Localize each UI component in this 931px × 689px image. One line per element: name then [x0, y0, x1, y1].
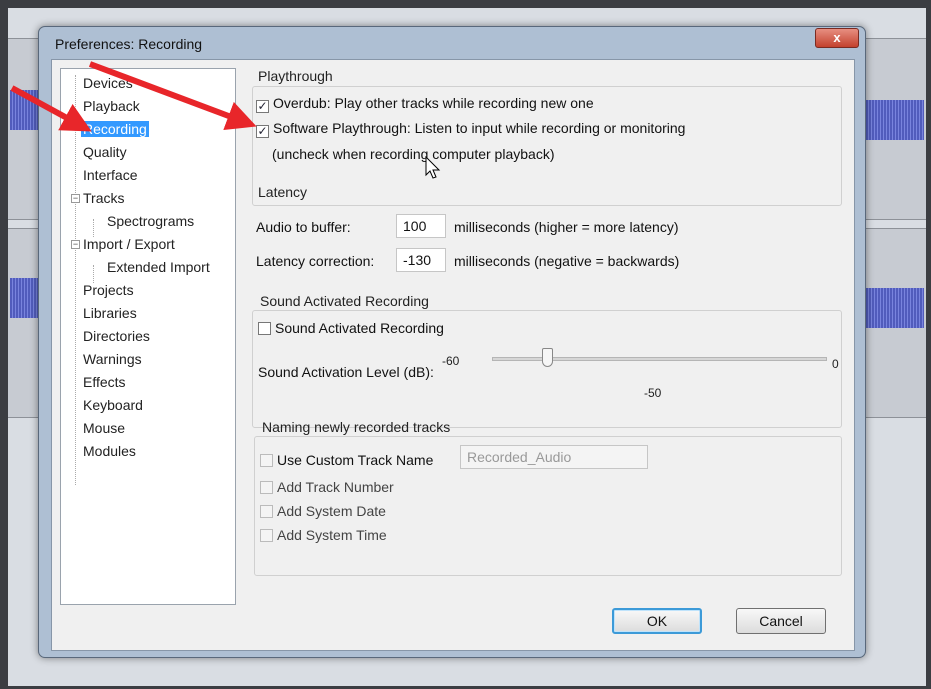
add-track-number-row[interactable]: Add Track Number — [260, 479, 394, 495]
tree-item-libraries[interactable]: Libraries — [83, 305, 137, 321]
tree-item-modules[interactable]: Modules — [83, 443, 136, 459]
latency-group-title: Latency — [258, 184, 308, 200]
software-playthrough-note: (uncheck when recording computer playbac… — [272, 146, 555, 162]
title-bar[interactable]: Preferences: Recording x — [39, 27, 865, 61]
add-system-date-label: Add System Date — [277, 503, 386, 519]
close-button[interactable]: x — [815, 28, 859, 48]
sound-activated-checkbox[interactable] — [258, 322, 271, 335]
dialog-client-area: Devices Playback Recording Quality Inter… — [51, 59, 855, 651]
preferences-dialog: Preferences: Recording x Devices Playbac… — [38, 26, 866, 658]
sound-activated-checkbox-row[interactable]: Sound Activated Recording — [258, 320, 444, 336]
tree-guide-line — [75, 75, 76, 485]
tree-collapse-icon[interactable]: − — [71, 240, 80, 249]
overdub-checkbox[interactable]: ✓ — [256, 100, 269, 113]
overdub-label: Overdub: Play other tracks while recordi… — [273, 95, 594, 111]
tree-guide-line — [93, 219, 94, 237]
naming-group-title: Naming newly recorded tracks — [262, 419, 451, 435]
tree-item-mouse[interactable]: Mouse — [83, 420, 125, 436]
add-system-time-row[interactable]: Add System Time — [260, 527, 387, 543]
tree-item-warnings[interactable]: Warnings — [83, 351, 142, 367]
waveform-right-1 — [866, 100, 924, 140]
recording-settings-panel: Playthrough ✓ Overdub: Play other tracks … — [246, 60, 854, 605]
tree-item-import-export[interactable]: Import / Export — [83, 236, 175, 252]
waveform-left-1 — [10, 90, 40, 130]
sound-activation-slider-thumb[interactable] — [542, 348, 554, 367]
ok-button[interactable]: OK — [612, 608, 702, 634]
software-playthrough-checkbox-row[interactable]: ✓ Software Playthrough: Listen to input w… — [256, 120, 685, 138]
custom-track-name-label: Use Custom Track Name — [277, 452, 434, 468]
add-system-date-row[interactable]: Add System Date — [260, 503, 386, 519]
waveform-right-2 — [866, 288, 924, 328]
tree-item-directories[interactable]: Directories — [83, 328, 150, 344]
tree-item-recording[interactable]: Recording — [81, 121, 149, 137]
tree-item-extended-import[interactable]: Extended Import — [107, 259, 210, 275]
tree-item-devices[interactable]: Devices — [83, 75, 133, 91]
cancel-button[interactable]: Cancel — [736, 608, 826, 634]
tree-item-projects[interactable]: Projects — [83, 282, 134, 298]
waveform-left-2 — [10, 278, 40, 318]
audio-buffer-input[interactable]: 100 — [396, 214, 446, 238]
latency-correction-input[interactable]: -130 — [396, 248, 446, 272]
mouse-cursor-icon — [425, 156, 441, 179]
add-track-number-label: Add Track Number — [277, 479, 394, 495]
add-system-time-checkbox[interactable] — [260, 529, 273, 542]
playthrough-group-title: Playthrough — [258, 68, 333, 84]
slider-value-label: -50 — [644, 386, 662, 400]
sound-activated-group-title: Sound Activated Recording — [260, 293, 429, 309]
add-track-number-checkbox[interactable] — [260, 481, 273, 494]
preferences-tree[interactable]: Devices Playback Recording Quality Inter… — [60, 68, 236, 605]
tree-item-effects[interactable]: Effects — [83, 374, 126, 390]
tree-item-spectrograms[interactable]: Spectrograms — [107, 213, 194, 229]
window-title: Preferences: Recording — [55, 36, 203, 52]
add-system-time-label: Add System Time — [277, 527, 387, 543]
audio-buffer-label: Audio to buffer: — [256, 219, 351, 235]
overdub-checkbox-row[interactable]: ✓ Overdub: Play other tracks while record… — [256, 95, 594, 113]
tree-guide-line — [93, 265, 94, 283]
custom-track-name-checkbox[interactable] — [260, 454, 273, 467]
latency-correction-unit: milliseconds (negative = backwards) — [454, 253, 680, 269]
tree-item-keyboard[interactable]: Keyboard — [83, 397, 143, 413]
custom-track-name-input[interactable]: Recorded_Audio — [460, 445, 648, 469]
close-icon: x — [833, 30, 841, 45]
audio-buffer-unit: milliseconds (higher = more latency) — [454, 219, 679, 235]
slider-min-label: -60 — [442, 354, 460, 368]
tree-item-quality[interactable]: Quality — [83, 144, 127, 160]
slider-max-label: 0 — [832, 357, 839, 371]
custom-track-name-row[interactable]: Use Custom Track Name — [260, 452, 433, 468]
tree-item-interface[interactable]: Interface — [83, 167, 137, 183]
add-system-date-checkbox[interactable] — [260, 505, 273, 518]
tree-item-playback[interactable]: Playback — [83, 98, 140, 114]
latency-correction-label: Latency correction: — [256, 253, 375, 269]
sound-activation-level-label: Sound Activation Level (dB): — [258, 364, 434, 380]
software-playthrough-label: Software Playthrough: Listen to input wh… — [273, 120, 686, 136]
software-playthrough-checkbox[interactable]: ✓ — [256, 125, 269, 138]
tree-collapse-icon[interactable]: − — [71, 194, 80, 203]
tree-item-tracks[interactable]: Tracks — [83, 190, 124, 206]
sound-activated-label: Sound Activated Recording — [275, 320, 444, 336]
